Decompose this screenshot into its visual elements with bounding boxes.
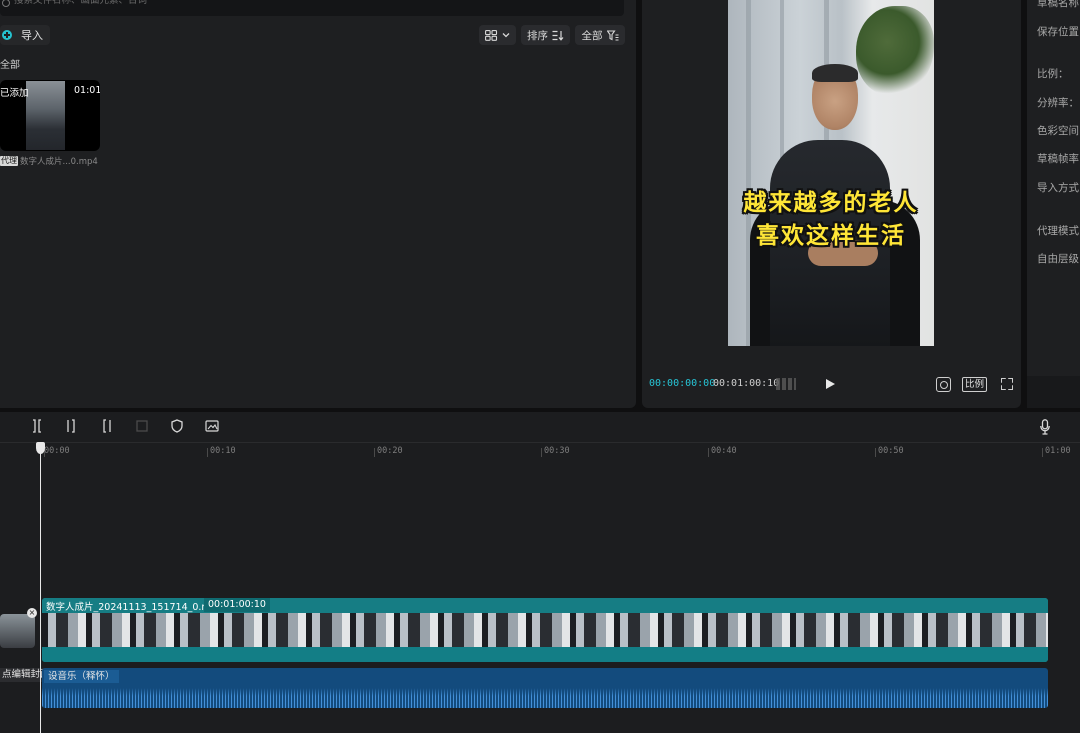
tick-line — [1042, 448, 1043, 457]
play-button[interactable] — [826, 379, 835, 389]
clip-duration: 00:01:00:10 — [204, 598, 270, 612]
sort-label: 排序 — [527, 29, 548, 42]
tick-line — [708, 448, 709, 457]
fullscreen-icon[interactable] — [1001, 378, 1013, 390]
tick-label: 00:00 — [44, 446, 70, 456]
clip-name: 数字人成片_20241113_151714_0.mp4 — [46, 602, 223, 613]
filter-label: 全部 — [581, 29, 603, 42]
tick-line — [374, 448, 375, 457]
prop-color-space: 色彩空间 — [1037, 125, 1079, 137]
video-clip[interactable]: 数字人成片_20241113_151714_0.mp4 00:01:00:10 — [42, 598, 1048, 662]
clip-header: 数字人成片_20241113_151714_0.mp4 00:01:00:10 — [42, 598, 1048, 613]
total-time: 00:01:00:10 — [713, 378, 780, 389]
tick-label: 00:50 — [878, 446, 904, 456]
thumbnail-duration: 01:01 — [74, 85, 100, 96]
thumbnail-filename: 数字人成片...0.mp4 — [20, 157, 98, 167]
ratio-button[interactable]: 比例 — [962, 377, 988, 392]
tick-line — [541, 448, 542, 457]
audio-waveform — [42, 688, 1048, 708]
tick-label: 01:00 — [1045, 446, 1071, 456]
prop-save-location: 保存位置 — [1037, 26, 1079, 38]
clip-waveform — [42, 647, 1048, 662]
shield-icon[interactable] — [170, 419, 184, 433]
image-edit-icon[interactable] — [205, 419, 219, 433]
tick-label: 00:20 — [377, 446, 403, 456]
search-bar[interactable]: 搜索文件名称、画面元素、台词 — [0, 0, 624, 16]
prop-free-layer: 自由层级 — [1037, 253, 1079, 265]
clip-filmstrip — [42, 613, 1048, 647]
tick-label: 00:40 — [711, 446, 737, 456]
search-input[interactable]: 搜索文件名称、画面元素、台词 — [14, 0, 147, 8]
audio-clip-name: 设音乐（释怀） — [44, 670, 119, 683]
trim-left-icon[interactable] — [65, 419, 79, 433]
subtitle-line-1[interactable]: 越来越多的老人 — [728, 183, 934, 217]
grid-view-icon — [485, 29, 498, 41]
properties-footer — [1027, 376, 1080, 408]
import-button[interactable]: 导入 — [0, 25, 50, 45]
delete-icon[interactable] — [135, 419, 149, 433]
player-panel: 越来越多的老人 喜欢这样生活 00:00:00:00 00:01:00:10 比… — [642, 0, 1021, 408]
thumbnail-image — [26, 81, 65, 150]
video-preview[interactable]: 越来越多的老人 喜欢这样生活 — [728, 0, 934, 346]
time-ruler[interactable]: 00:00 00:10 00:20 00:30 00:40 00:50 01:0… — [40, 444, 1080, 458]
properties-panel: 草稿名称 保存位置 比例： 分辨率： 色彩空间 草稿帧率 导入方式 代理模式 自… — [1027, 0, 1080, 408]
playhead-handle[interactable] — [36, 442, 45, 454]
sort-button[interactable]: 排序 — [521, 25, 570, 45]
prop-frame-rate: 草稿帧率 — [1037, 153, 1079, 165]
subtitle-line-2[interactable]: 喜欢这样生活 — [728, 216, 934, 250]
plus-circle-icon — [2, 30, 12, 40]
audio-clip[interactable]: 设音乐（释怀） — [42, 668, 1048, 708]
zoom-fit-icon[interactable] — [936, 377, 951, 392]
sort-icon — [552, 30, 564, 41]
close-icon[interactable]: × — [27, 608, 37, 618]
timecode-grid-icon[interactable] — [776, 378, 796, 390]
timeline-divider — [0, 442, 1080, 443]
media-thumbnail[interactable]: 已添加 01:01 — [0, 80, 100, 151]
prop-resolution: 分辨率： — [1037, 97, 1079, 109]
added-badge: 已添加 — [0, 88, 29, 99]
prop-draft-name: 草稿名称 — [1037, 0, 1079, 9]
category-label[interactable]: 全部 — [0, 56, 20, 71]
tick-line — [875, 448, 876, 457]
split-icon[interactable] — [30, 419, 44, 433]
proxy-badge: 代理 — [0, 156, 18, 166]
filter-icon — [606, 29, 618, 41]
tick-label: 00:30 — [544, 446, 570, 456]
filter-button[interactable]: 全部 — [575, 25, 625, 45]
current-time: 00:00:00:00 — [649, 378, 716, 389]
view-mode-button[interactable] — [479, 25, 516, 45]
presenter-hair — [812, 64, 858, 82]
chevron-down-icon — [502, 33, 510, 38]
trim-right-icon[interactable] — [99, 419, 113, 433]
search-icon — [2, 0, 10, 7]
prop-import-mode: 导入方式 — [1037, 182, 1079, 194]
cover-thumbnail[interactable] — [0, 614, 35, 648]
timeline-toolbar — [0, 412, 1080, 442]
microphone-icon[interactable] — [1040, 419, 1050, 435]
prop-proxy-mode: 代理模式 — [1037, 225, 1079, 237]
timeline-panel: 00:00 00:10 00:20 00:30 00:40 00:50 01:0… — [0, 412, 1080, 733]
tick-line — [207, 448, 208, 457]
prop-ratio: 比例： — [1037, 68, 1069, 80]
playhead-line[interactable] — [40, 442, 41, 733]
tick-label: 00:10 — [210, 446, 236, 456]
media-panel: 搜索文件名称、画面元素、台词 导入 排序 全部 全部 已添加 01:01 代理 … — [0, 0, 636, 408]
import-label: 导入 — [21, 29, 43, 42]
